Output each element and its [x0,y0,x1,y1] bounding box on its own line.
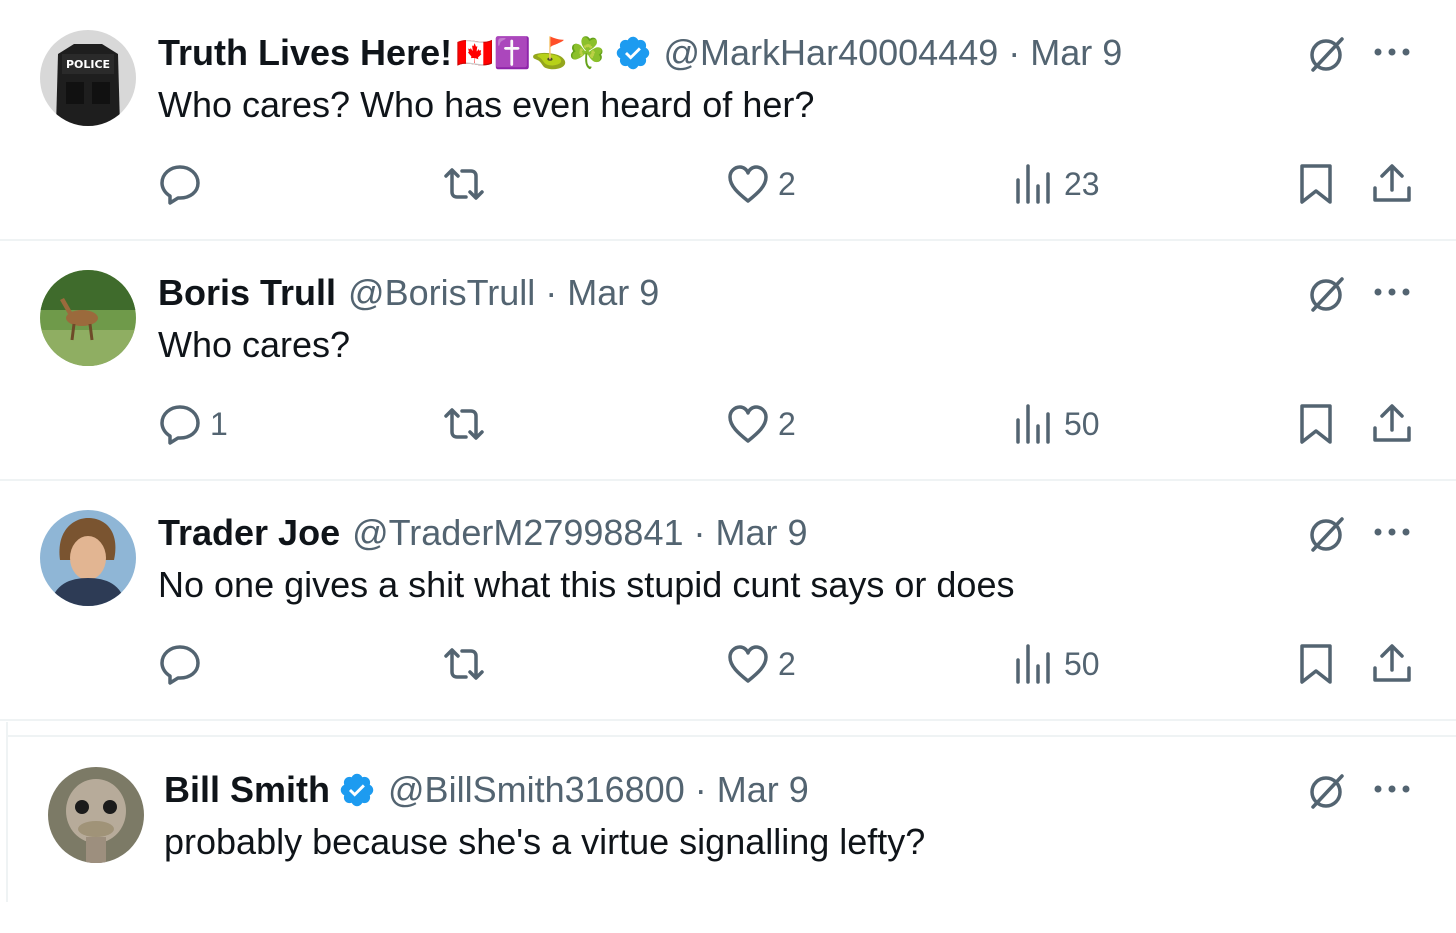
bookmark-button[interactable] [1296,402,1336,446]
repost-button[interactable] [440,642,496,686]
post-3[interactable]: Trader Joe @TraderM27998841 · Mar 9 No o… [0,480,1456,720]
avatar[interactable] [40,270,136,366]
views-button[interactable]: 50 [1012,402,1100,446]
post-text: probably because she's a virtue signalli… [164,821,926,862]
grok-icon[interactable] [1304,769,1348,813]
post-header: Truth Lives Here! 🇨🇦✝️⛳☘️ @MarkHar400044… [158,30,1122,76]
grok-icon[interactable] [1304,32,1348,76]
display-name[interactable]: Truth Lives Here! [158,32,452,74]
man-portrait-avatar-icon [40,510,136,606]
reply-button[interactable]: 1 [158,402,228,446]
verified-badge-icon[interactable] [338,771,376,809]
views-chart-icon [1016,164,1050,204]
like-button[interactable]: 2 [726,402,796,446]
view-count: 50 [1064,645,1100,682]
views-chart-icon [1016,644,1050,684]
more-options-icon[interactable] [1370,38,1414,66]
post-text: Who cares? Who has even heard of her? [158,84,815,125]
display-name[interactable]: Boris Trull [158,272,336,314]
handle[interactable]: @BillSmith316800 [388,769,685,811]
ostrich-avatar-icon [48,767,144,863]
action-bar: 2 50 [0,638,1456,694]
views-chart-icon [1016,404,1050,444]
post-text: Who cares? [158,324,351,365]
share-button[interactable] [1370,642,1414,686]
post-text: No one gives a shit what this stupid cun… [158,564,1015,605]
share-icon [1373,644,1411,682]
view-count: 50 [1064,405,1100,442]
grok-icon[interactable] [1304,512,1348,556]
separator-dot: · [693,512,706,553]
share-button[interactable] [1370,162,1414,206]
display-name[interactable]: Bill Smith [164,769,330,811]
repost-icon [444,168,484,200]
like-count: 2 [778,165,796,202]
reply-count: 1 [210,405,228,442]
post-header: Boris Trull @BorisTrull · Mar 9 [158,270,659,316]
separator-dot: · [694,769,707,810]
svg-text:POLICE: POLICE [66,58,110,71]
more-options-icon[interactable] [1370,775,1414,803]
like-count: 2 [778,645,796,682]
avatar[interactable] [48,767,144,863]
heart-icon [728,405,768,443]
handle[interactable]: @TraderM27998841 [352,512,683,554]
like-button[interactable]: 2 [726,642,796,686]
post-divider [0,719,1456,721]
avatar[interactable]: POLICE [40,30,136,126]
reply-button[interactable] [158,642,210,686]
heart-icon [728,645,768,683]
views-button[interactable]: 50 [1012,642,1100,686]
post-2[interactable]: Boris Trull @BorisTrull · Mar 9 Who care… [0,240,1456,480]
bookmark-button[interactable] [1296,642,1336,686]
share-icon [1373,404,1411,442]
like-count: 2 [778,405,796,442]
verified-badge-icon[interactable] [614,34,652,72]
reply-icon [160,165,200,205]
views-button[interactable]: 23 [1012,162,1100,206]
post-header: Bill Smith @BillSmith316800 · Mar 9 [164,767,809,813]
share-button[interactable] [1370,402,1414,446]
separator-dot: · [545,272,558,313]
action-bar: 2 23 [0,158,1456,214]
bookmark-icon [1300,404,1332,444]
name-emojis: 🇨🇦✝️⛳☘️ [456,36,606,70]
reply-icon [160,405,200,445]
bookmark-icon [1300,164,1332,204]
post-date[interactable]: Mar 9 [717,769,809,811]
post-header: Trader Joe @TraderM27998841 · Mar 9 [158,510,808,556]
grok-icon[interactable] [1304,272,1348,316]
post-date[interactable]: Mar 9 [567,272,659,314]
repost-button[interactable] [440,162,496,206]
display-name[interactable]: Trader Joe [158,512,340,554]
post-date[interactable]: Mar 9 [1030,32,1122,74]
repost-icon [444,648,484,680]
handle[interactable]: @BorisTrull [348,272,535,314]
repost-icon [444,408,484,440]
deer-avatar-icon [40,270,136,366]
bookmark-icon [1300,644,1332,684]
reply-button[interactable] [158,162,210,206]
post-date[interactable]: Mar 9 [716,512,808,554]
bookmark-button[interactable] [1296,162,1336,206]
avatar[interactable] [40,510,136,606]
post-1[interactable]: POLICE Truth Lives Here! 🇨🇦✝️⛳☘️ @MarkHa… [0,0,1456,240]
more-options-icon[interactable] [1370,278,1414,306]
handle[interactable]: @MarkHar40004449 [664,32,999,74]
repost-button[interactable] [440,402,496,446]
reply-icon [160,645,200,685]
view-count: 23 [1064,165,1100,202]
separator-dot: · [1008,32,1021,73]
police-vest-avatar-icon: POLICE [40,30,136,126]
like-button[interactable]: 2 [726,162,796,206]
post-4[interactable]: Bill Smith @BillSmith316800 · Mar 9 prob… [0,737,1456,933]
heart-icon [728,165,768,203]
more-options-icon[interactable] [1370,518,1414,546]
share-icon [1373,164,1411,202]
action-bar: 1 2 50 [0,398,1456,454]
